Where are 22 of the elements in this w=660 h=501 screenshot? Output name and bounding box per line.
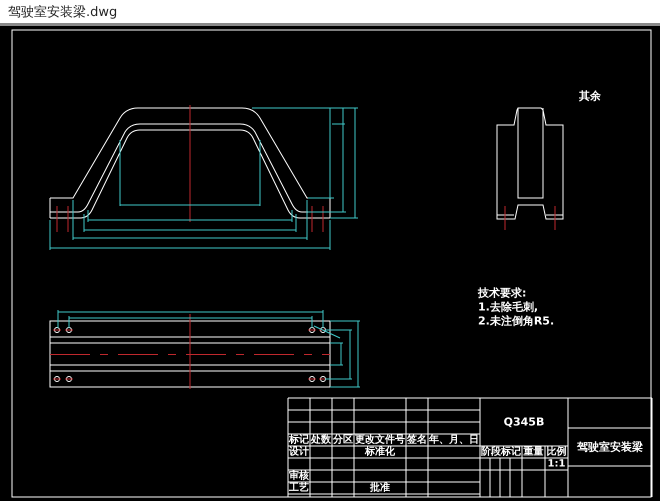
title-block-label: 处数 — [311, 434, 331, 446]
scale-value: 1:1 — [548, 458, 566, 470]
requirements-heading: 技术要求: — [478, 286, 526, 300]
title-block-label: 审核 — [289, 470, 309, 482]
title-block-label: 阶段标记 — [481, 446, 521, 458]
title-block-label: 标准化 — [365, 446, 395, 458]
window-title: 驾驶室安装梁.dwg — [8, 4, 118, 20]
title-block-label: 比例 — [546, 446, 566, 458]
surface-roughness-note: 其余 — [579, 90, 601, 102]
title-block-label: 批准 — [370, 482, 390, 494]
title-block-label: 年、月、日 — [429, 434, 479, 446]
title-block-label: 工艺 — [289, 482, 309, 494]
title-block-label: 标记 — [289, 434, 309, 446]
title-block-label: 分区 — [333, 434, 353, 446]
title-block-label: 设计 — [289, 446, 309, 458]
title-block-label: 签名 — [407, 434, 427, 446]
requirement-text: 2.未注倒角R5. — [478, 314, 554, 328]
title-block-label: 重量 — [524, 446, 544, 458]
part-name-text: 驾驶室安装梁 — [577, 440, 643, 454]
requirement-text: 1.去除毛刺, — [478, 300, 538, 314]
material-text: Q345B — [504, 416, 544, 428]
title-block-label: 更改文件号 — [355, 434, 405, 446]
